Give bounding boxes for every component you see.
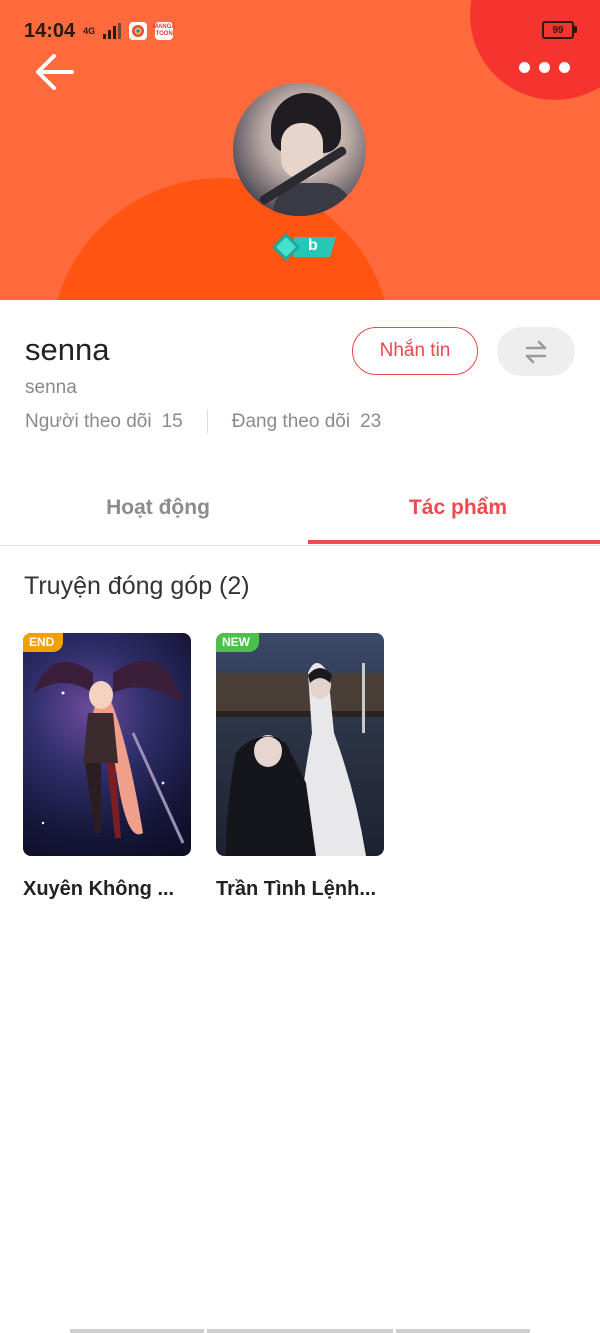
back-button[interactable] — [34, 52, 78, 92]
message-button[interactable]: Nhắn tin — [352, 327, 478, 375]
profile-tabs: Hoạt động Tác phẩm — [0, 470, 600, 546]
app-icon-text: MANGA TOON — [152, 24, 176, 37]
divider — [206, 410, 208, 434]
status-badge: NEW — [216, 633, 259, 652]
story-title: Xuyên Không ... — [23, 878, 175, 900]
section-title: Truyện đóng góp (2) — [24, 572, 250, 600]
profile-name: senna — [25, 332, 110, 367]
battery-icon: 99 — [542, 21, 577, 39]
arrow-left-icon — [36, 54, 74, 90]
level-badge: b — [272, 233, 336, 261]
decor-circle — [470, 0, 600, 100]
nav-gesture-bar[interactable] — [396, 1329, 530, 1333]
following-count: 23 — [360, 411, 382, 432]
profile-username: senna — [25, 377, 77, 398]
followers-label: Người theo dõi — [25, 411, 152, 432]
profile-header: 14:04 4G MANGA TOON 99 b — [0, 0, 600, 300]
status-bar: 14:04 4G MANGA TOON — [24, 18, 176, 44]
status-time: 14:04 — [24, 19, 76, 42]
tab-activity[interactable]: Hoạt động — [8, 470, 308, 545]
nav-gesture-bar[interactable] — [70, 1329, 204, 1333]
signal-icon — [103, 23, 122, 39]
artwork-image — [216, 663, 384, 856]
app-notification-icon — [129, 22, 148, 40]
list-item[interactable]: END Xuyên Không ... — [23, 633, 191, 901]
swap-arrows-icon — [525, 340, 547, 363]
more-options-button[interactable] — [519, 62, 570, 73]
more-dots-icon — [519, 62, 530, 73]
following-label: Đang theo dõi — [231, 411, 351, 432]
mangatoon-icon: MANGA TOON — [152, 22, 176, 40]
artwork-image — [33, 660, 185, 844]
badge-letter: b — [308, 237, 318, 254]
nav-gesture-bar[interactable] — [207, 1329, 393, 1333]
active-tab-indicator — [308, 540, 600, 544]
follow-stats: Người theo dõi 15 Đang theo dõi 23 — [25, 410, 381, 434]
followers-count: 15 — [161, 411, 183, 432]
followers-stat[interactable]: Người theo dõi 15 — [25, 411, 183, 433]
swap-button[interactable] — [497, 327, 575, 376]
diamond-badge-icon — [272, 233, 336, 261]
status-badge: END — [23, 633, 64, 652]
network-label: 4G — [83, 26, 96, 36]
cover-image: NEW — [216, 633, 384, 856]
cover-image: END — [23, 633, 191, 856]
story-title: Trần Tình Lệnh... — [216, 878, 376, 900]
list-item[interactable]: NEW Trần Tình Lệnh... — [216, 633, 384, 901]
tab-works[interactable]: Tác phẩm — [308, 470, 600, 545]
battery-level: 99 — [552, 24, 564, 36]
following-stat[interactable]: Đang theo dõi 23 — [232, 411, 381, 433]
avatar[interactable] — [233, 83, 366, 216]
